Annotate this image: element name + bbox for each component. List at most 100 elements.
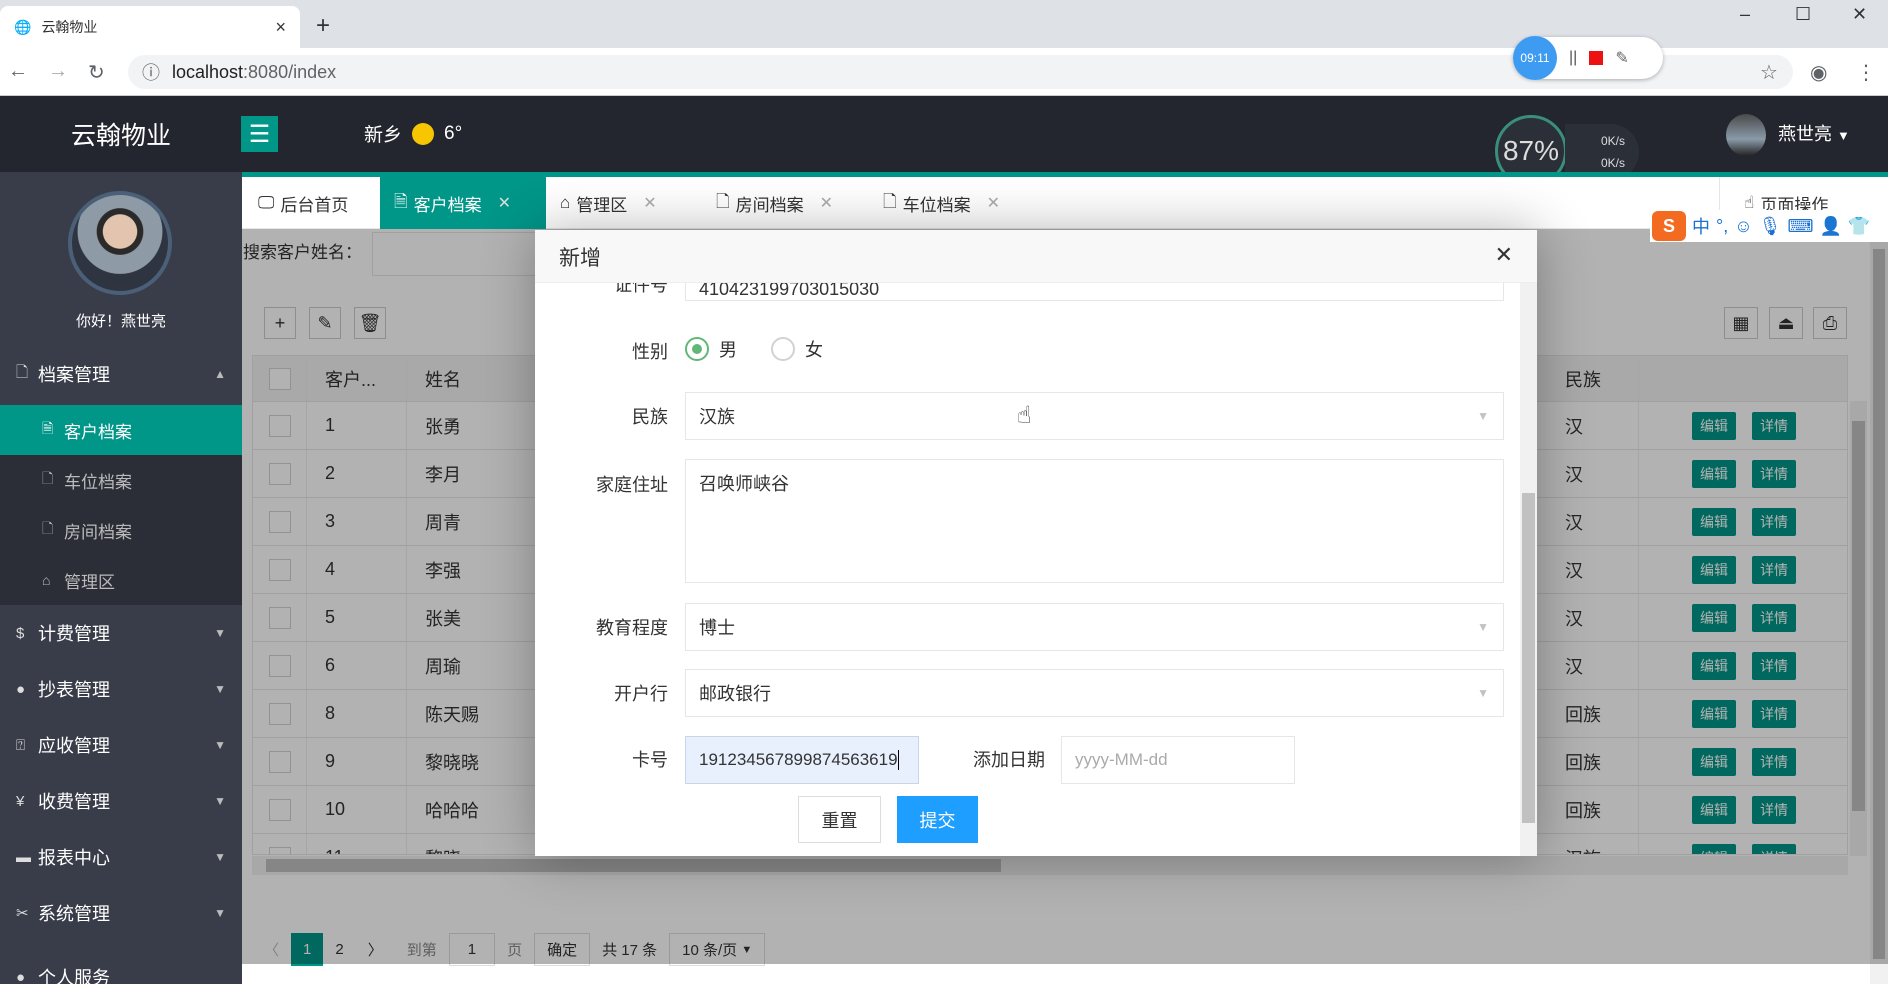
sidebar-group-personal[interactable]: ● 个人服务 (0, 949, 242, 984)
tab-label: 客户档案 (413, 195, 482, 215)
gender-label: 性别 (632, 342, 668, 362)
date-label: 添加日期 (973, 750, 1045, 770)
sidebar-group-label: 计费管理 (38, 624, 110, 644)
sidebar-group-archives[interactable]: 🗋 档案管理 ▲ (0, 352, 242, 396)
minimize-button[interactable]: – (1740, 4, 1750, 25)
tab-label: 后台首页 (280, 195, 349, 215)
bookmark-star-icon[interactable]: ☆ (1760, 60, 1778, 85)
file-icon: 🗋 (716, 191, 730, 211)
bank-select[interactable]: 邮政银行 ▼ (685, 669, 1504, 717)
browser-tab[interactable]: 🌐 云翰物业 × (0, 6, 300, 48)
close-tab-icon[interactable]: ✕ (498, 193, 511, 213)
tab-parking[interactable]: 🗋 车位档案 ✕ (869, 177, 1034, 229)
caret-down-icon: ▼ (214, 682, 226, 696)
file-icon: 🗋 (16, 363, 29, 381)
user-name: 燕世亮 (1778, 124, 1832, 144)
scroll-thumb[interactable] (1522, 493, 1535, 823)
monitor-icon: 🖵 (258, 193, 275, 212)
submit-button[interactable]: 提交 (897, 796, 978, 843)
mouse-cursor-icon: ☝ (1017, 402, 1032, 429)
sidebar-item-zone[interactable]: ⌂ 管理区 (0, 555, 242, 605)
address-textarea[interactable]: 召唤师峡谷 (685, 459, 1504, 583)
ethnic-select[interactable]: 汉族 ▼ (685, 392, 1504, 440)
forward-icon[interactable]: → (48, 60, 68, 83)
id-number-input[interactable]: 410423199703015030 (685, 283, 1504, 301)
close-tab-icon[interactable]: × (275, 17, 286, 38)
file-icon: 🗋 (42, 520, 54, 536)
reset-button[interactable]: 重置 (798, 796, 881, 843)
url-path: :8080/index (243, 61, 337, 82)
ime-mode[interactable]: 中 (1692, 213, 1710, 239)
menu-toggle-button[interactable]: ☰ (241, 116, 278, 152)
profile-icon[interactable]: ◉ (1810, 60, 1827, 85)
tab-room[interactable]: 🗋 房间档案 ✕ (702, 177, 869, 229)
date-input[interactable]: yyyy-MM-dd (1061, 736, 1295, 784)
user-icon[interactable]: 👤 (1819, 216, 1841, 237)
help-edit-icon: ⍰ (16, 736, 26, 754)
download-speed: 0K/s (1601, 156, 1626, 170)
home-icon: ⌂ (560, 193, 571, 212)
education-select[interactable]: 博士 ▼ (685, 603, 1504, 651)
sidebar-group-billing[interactable]: $ 计费管理 ▼ (0, 605, 242, 661)
reload-icon[interactable]: ↻ (88, 60, 105, 85)
sidebar-group-meter[interactable]: ● 抄表管理 ▼ (0, 661, 242, 717)
sidebar-group-label: 系统管理 (38, 904, 110, 924)
address-label: 家庭住址 (596, 475, 668, 495)
recorder-time: 09:11 (1513, 36, 1557, 80)
close-tab-icon[interactable]: ✕ (987, 193, 1000, 213)
sidebar-group-reports[interactable]: ▬ 报表中心 ▼ (0, 829, 242, 885)
user-menu[interactable]: 燕世亮 ▼ (1778, 120, 1850, 146)
emoji-icon[interactable]: ☺ (1734, 216, 1752, 237)
sidebar-item-parking[interactable]: 🗋 车位档案 (0, 455, 242, 505)
skin-icon[interactable]: 👕 (1848, 216, 1870, 237)
close-tab-icon[interactable]: ✕ (643, 193, 656, 213)
app-logo: 云翰物业 (70, 122, 171, 150)
caret-down-icon: ▼ (214, 850, 226, 864)
close-icon[interactable]: ✕ (1495, 242, 1513, 268)
card-number-input[interactable]: 191234567899874563619 (685, 736, 919, 784)
maximize-button[interactable]: ☐ (1795, 4, 1811, 25)
tab-label: 管理区 (576, 195, 628, 215)
close-window-button[interactable]: ✕ (1852, 4, 1867, 25)
info-icon: ⓘ (142, 63, 160, 83)
back-icon[interactable]: ← (8, 60, 28, 83)
card-label: 卡号 (632, 750, 668, 770)
close-tab-icon[interactable]: ✕ (820, 193, 833, 213)
sidebar: 你好！燕世亮 🗋 档案管理 ▲ 🗎 客户档案 🗋 车位档案 🗋 房间档案 ⌂ 管理区 $ 计费… (0, 172, 242, 984)
tab-customer[interactable]: 🗎 客户档案 ✕ (380, 177, 546, 229)
ime-toolbar[interactable]: S 中 °, ☺ 🎙 ⌨ 👤 👕 (1650, 210, 1888, 242)
globe-icon: 🌐 (14, 18, 32, 35)
keyboard-icon[interactable]: ⌨ (1787, 216, 1813, 237)
menu-dots-icon[interactable]: ⋮ (1856, 60, 1876, 85)
dialog-scrollbar[interactable] (1520, 283, 1537, 856)
dialog-header: 新增 ✕ (535, 230, 1537, 283)
weather-city: 新乡 (364, 125, 403, 146)
tab-zone[interactable]: ⌂ 管理区 ✕ (546, 177, 702, 229)
sidebar-item-room[interactable]: 🗋 房间档案 (0, 505, 242, 555)
caret-down-icon: ▼ (214, 906, 226, 920)
weather-temp: 6° (444, 122, 463, 144)
mic-icon[interactable]: 🎙 (1759, 216, 1782, 237)
tab-home[interactable]: 🖵 后台首页 (242, 177, 380, 229)
caret-down-icon: ▼ (214, 738, 226, 752)
circle-icon: ● (16, 680, 26, 698)
gender-male-radio[interactable]: 男 (685, 336, 737, 362)
gender-female-radio[interactable]: 女 (771, 336, 823, 362)
radio-unchecked-icon (771, 337, 795, 361)
add-customer-dialog: 新增 ✕ 证件号 410423199703015030 性别 男 女 民族 汉族… (535, 230, 1537, 856)
file-icon: 🗋 (42, 470, 54, 486)
date-placeholder: yyyy-MM-dd (1075, 750, 1168, 769)
screen-recorder-widget[interactable]: 09:11 || ✎ (1513, 36, 1663, 80)
sidebar-group-payment[interactable]: ¥ 收费管理 ▼ (0, 773, 242, 829)
user-avatar[interactable] (1726, 114, 1766, 156)
pen-icon[interactable]: ✎ (1615, 48, 1628, 68)
sidebar-group-receivable[interactable]: ⍰ 应收管理 ▼ (0, 717, 242, 773)
browser-tab-title: 云翰物业 (41, 19, 98, 35)
new-tab-button[interactable]: + (316, 12, 330, 40)
sidebar-group-system[interactable]: ✂ 系统管理 ▼ (0, 885, 242, 941)
sidebar-item-customer[interactable]: 🗎 客户档案 (0, 405, 242, 455)
education-label: 教育程度 (596, 618, 668, 638)
pause-icon[interactable]: || (1569, 49, 1577, 67)
ime-punct[interactable]: °, (1716, 216, 1728, 237)
stop-icon[interactable] (1589, 51, 1604, 65)
